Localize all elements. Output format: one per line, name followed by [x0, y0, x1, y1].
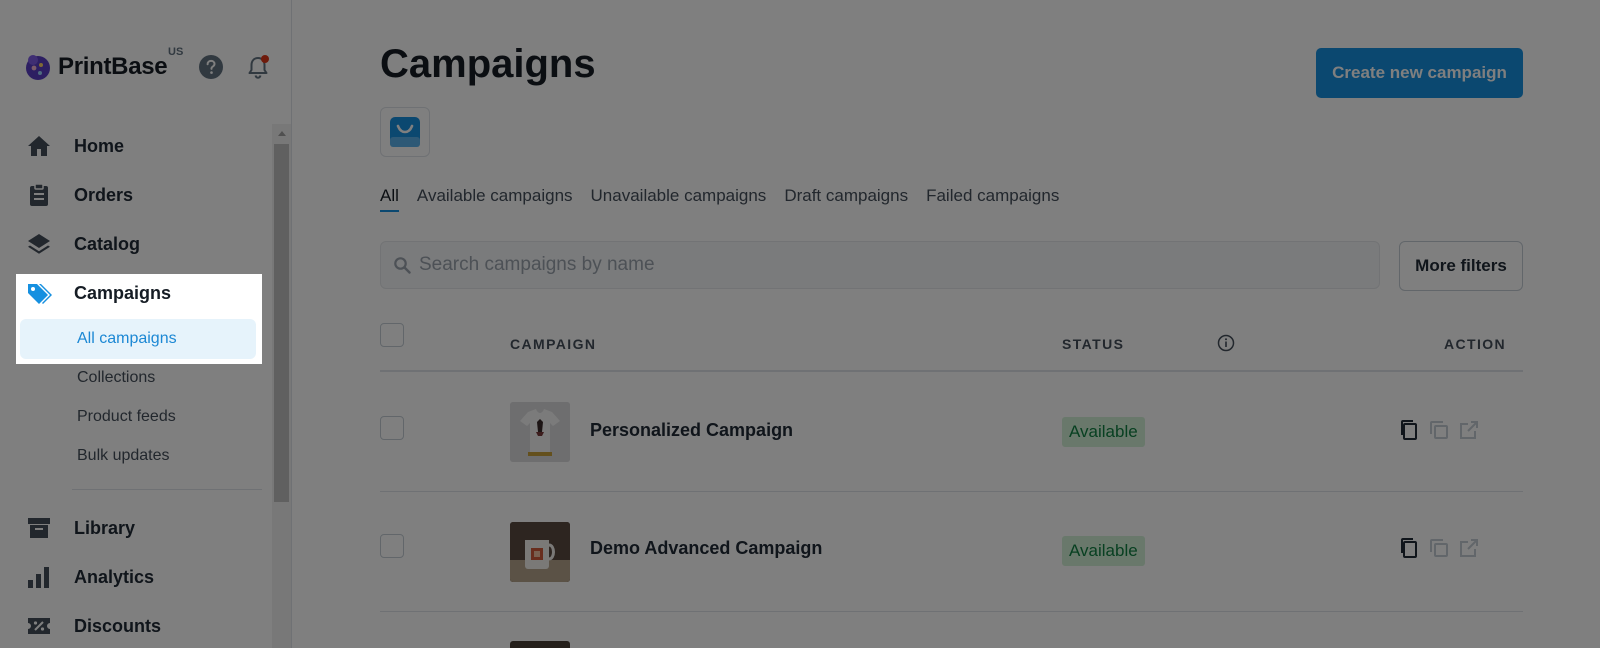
sidebar-item-orders[interactable]: Orders — [0, 173, 262, 217]
more-filters-button[interactable]: More filters — [1399, 241, 1523, 291]
select-all-checkbox[interactable] — [380, 323, 404, 347]
main-content: Campaigns Create new campaign All Availa… — [293, 0, 1600, 648]
table-row[interactable] — [380, 612, 1523, 648]
discount-ticket-icon — [28, 618, 50, 634]
store-selector[interactable] — [380, 107, 430, 157]
campaign-thumbnail[interactable] — [510, 402, 570, 462]
mug-image — [510, 522, 570, 582]
column-header-status: STATUS — [1062, 336, 1125, 352]
brand-region: US — [168, 46, 184, 58]
sidebar-item-catalog[interactable]: Catalog — [0, 222, 262, 266]
sidebar-scrollbar[interactable] — [272, 124, 291, 648]
scrollbar-thumb[interactable] — [274, 144, 289, 502]
sidebar-item-library[interactable]: Library — [0, 506, 262, 550]
question-circle-icon[interactable] — [198, 54, 224, 80]
sidebar-item-campaigns[interactable]: Campaigns — [0, 271, 262, 315]
archive-icon — [28, 518, 50, 538]
info-icon[interactable] — [1217, 334, 1235, 352]
external-link-icon[interactable] — [1457, 536, 1481, 560]
copy-icon[interactable] — [1397, 536, 1421, 560]
sidebar-subitem-product-feeds[interactable]: Product feeds — [20, 397, 256, 437]
sidebar-subitem-all-campaigns[interactable]: All campaigns — [20, 319, 256, 359]
table-header: CAMPAIGN STATUS ACTION — [380, 310, 1523, 372]
sidebar-subitem-collections[interactable]: Collections — [20, 358, 256, 398]
search-input[interactable] — [419, 254, 1359, 276]
sidebar-item-label: Home — [74, 135, 125, 156]
sidebar-item-label: Campaigns — [74, 282, 172, 303]
campaign-tabs: All Available campaigns Unavailable camp… — [380, 186, 1077, 212]
campaign-thumbnail[interactable] — [510, 522, 570, 582]
clone-icon[interactable] — [1427, 418, 1451, 442]
sidebar-item-analytics[interactable]: Analytics — [0, 555, 262, 599]
brand[interactable]: PrintBase US — [24, 46, 183, 84]
tab-available-campaigns[interactable]: Available campaigns — [417, 186, 573, 212]
page-title: Campaigns — [380, 42, 596, 86]
status-badge: Available — [1062, 536, 1145, 566]
sidebar-item-discounts[interactable]: Discounts — [0, 604, 262, 648]
column-header-campaign: CAMPAIGN — [510, 336, 597, 352]
row-checkbox[interactable] — [380, 416, 404, 440]
layers-icon — [28, 234, 50, 254]
notification-dot — [261, 55, 269, 63]
column-header-action: ACTION — [1444, 336, 1507, 352]
copy-icon[interactable] — [1397, 418, 1421, 442]
sidebar-subitem-bulk-updates[interactable]: Bulk updates — [20, 436, 256, 476]
tshirt-image — [510, 402, 570, 462]
tab-all[interactable]: All — [380, 186, 399, 212]
external-link-icon[interactable] — [1457, 418, 1481, 442]
bar-chart-icon — [28, 567, 49, 588]
tab-draft-campaigns[interactable]: Draft campaigns — [784, 186, 908, 212]
row-checkbox[interactable] — [380, 534, 404, 558]
sidebar-item-home[interactable]: Home — [0, 124, 262, 168]
campaign-name[interactable]: Personalized Campaign — [590, 420, 793, 441]
tags-icon — [28, 284, 52, 304]
brand-name: PrintBase — [58, 53, 168, 80]
home-icon — [28, 136, 50, 156]
printbase-logo-icon — [26, 55, 50, 80]
sidebar-item-label: Library — [74, 517, 136, 538]
table-row[interactable]: Demo Advanced Campaign Available — [380, 492, 1523, 612]
table-row[interactable]: Personalized Campaign Available — [380, 372, 1523, 492]
tab-failed-campaigns[interactable]: Failed campaigns — [926, 186, 1059, 212]
sidebar-item-label: Catalog — [74, 233, 141, 254]
bell-icon[interactable] — [245, 53, 271, 81]
search-icon — [394, 257, 411, 274]
clipboard-icon — [30, 183, 48, 206]
shopping-bag-icon — [390, 117, 420, 147]
tab-unavailable-campaigns[interactable]: Unavailable campaigns — [591, 186, 767, 212]
scroll-up-arrow-icon[interactable] — [272, 124, 291, 142]
sidebar-item-label: Analytics — [74, 566, 155, 587]
status-badge: Available — [1062, 417, 1145, 447]
campaign-name[interactable]: Demo Advanced Campaign — [590, 538, 822, 559]
campaign-thumbnail[interactable] — [510, 641, 570, 648]
sidebar-divider — [72, 489, 262, 490]
create-new-campaign-button[interactable]: Create new campaign — [1316, 48, 1523, 98]
sidebar-item-label: Orders — [74, 184, 134, 205]
search-box — [380, 241, 1380, 289]
sidebar: PrintBase US Home Orders Catalog Campaig… — [0, 0, 292, 648]
sidebar-item-label: Discounts — [74, 615, 162, 636]
clone-icon[interactable] — [1427, 536, 1451, 560]
